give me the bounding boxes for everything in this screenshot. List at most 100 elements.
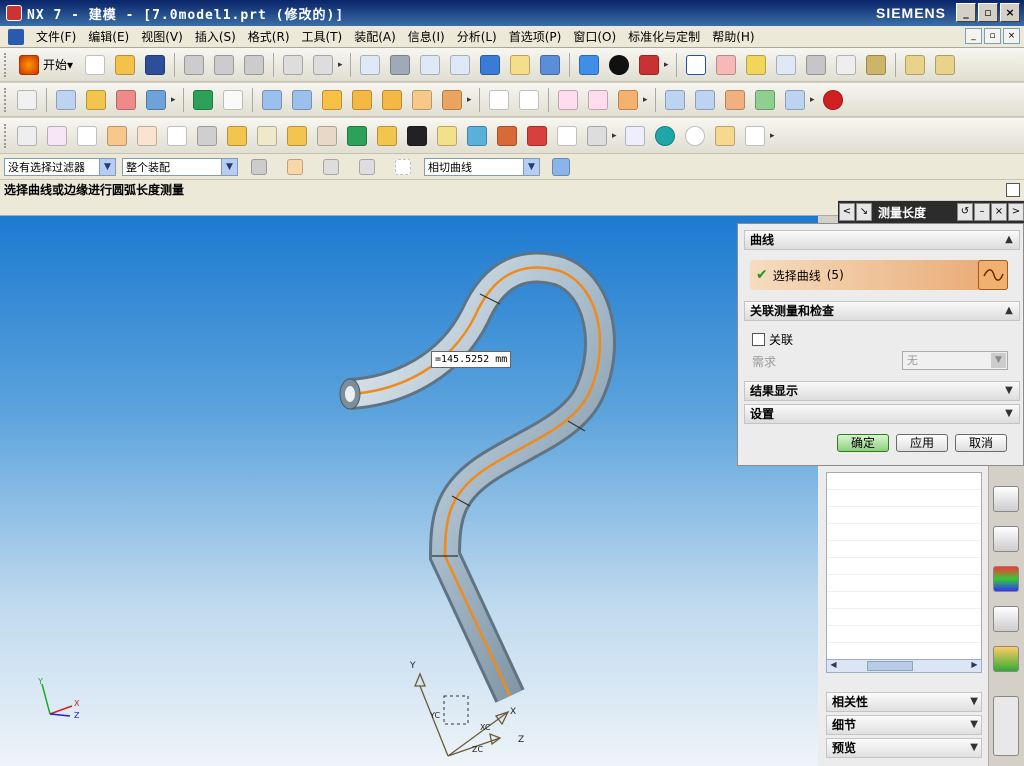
doc-minimize-button[interactable]: _: [965, 28, 982, 44]
show-all-button[interactable]: [548, 154, 574, 180]
extrude-button[interactable]: [53, 87, 79, 113]
scroll-thumb[interactable]: [867, 661, 913, 671]
minimize-button[interactable]: _: [956, 3, 976, 22]
surface-button[interactable]: [662, 87, 688, 113]
new-file-button[interactable]: [82, 52, 108, 78]
curve-point-button[interactable]: [585, 87, 611, 113]
curve-rule-combo[interactable]: 相切曲线 ▼: [424, 157, 540, 176]
bolt-button[interactable]: [284, 123, 310, 149]
open-file-button[interactable]: [112, 52, 138, 78]
apply-button[interactable]: 应用: [896, 434, 948, 452]
rotate-button[interactable]: [477, 52, 503, 78]
resource-scrollbar[interactable]: [993, 696, 1019, 756]
measure-button[interactable]: [863, 52, 889, 78]
lock-select-button[interactable]: [354, 154, 380, 180]
results-group-header[interactable]: 结果显示 ▼: [744, 381, 1020, 401]
chevron-down-icon[interactable]: ▼: [1002, 384, 1016, 398]
doc-close-button[interactable]: ×: [1003, 28, 1020, 44]
table-button[interactable]: [44, 123, 70, 149]
chevron-up-icon[interactable]: ▲: [1002, 304, 1016, 318]
assoc-group-header[interactable]: 关联测量和检查 ▲: [744, 301, 1020, 321]
associative-checkbox-row[interactable]: 关联: [752, 331, 793, 348]
zoom-inout-button[interactable]: [447, 52, 473, 78]
sketch-ruler-button[interactable]: [932, 52, 958, 78]
chevron-down-icon[interactable]: ▼: [991, 353, 1006, 368]
mold-button[interactable]: [434, 123, 460, 149]
chevron-down-icon[interactable]: ▼: [970, 739, 978, 757]
toolbar-overflow-icon[interactable]: ▸: [810, 95, 818, 105]
scroll-left-icon[interactable]: ◀: [827, 660, 840, 672]
select-curve-row[interactable]: ✔ 选择曲线 (5): [750, 260, 1008, 290]
sketch-button[interactable]: [14, 87, 40, 113]
zoom-window-button[interactable]: [387, 52, 413, 78]
toolbar-overflow-icon[interactable]: ▸: [338, 60, 346, 70]
cursor-button[interactable]: [833, 52, 859, 78]
maximize-button[interactable]: ▫: [978, 3, 998, 22]
toolbar-grip[interactable]: [4, 52, 8, 77]
chevron-down-icon[interactable]: ▼: [970, 716, 978, 734]
navigator-list[interactable]: [826, 472, 982, 670]
move-button[interactable]: [803, 52, 829, 78]
subtract-button[interactable]: [289, 87, 315, 113]
back-button[interactable]: <: [839, 203, 855, 221]
menu-help[interactable]: 帮助(H): [706, 28, 760, 45]
csys-tool-button[interactable]: [74, 123, 100, 149]
settings-group-header[interactable]: 设置 ▼: [744, 404, 1020, 424]
save-button[interactable]: [142, 52, 168, 78]
reset-icon[interactable]: ↺: [957, 203, 973, 221]
undo-select-button[interactable]: [318, 154, 344, 180]
history-clock-icon[interactable]: [993, 486, 1019, 512]
toolbar-overflow-icon[interactable]: ▸: [770, 131, 778, 141]
curve-select-button[interactable]: [978, 260, 1008, 290]
layer-button[interactable]: [134, 123, 160, 149]
close-button[interactable]: ×: [1000, 3, 1020, 22]
datum-csys[interactable]: Y X Z YC XC ZC: [400, 656, 540, 764]
menu-analysis[interactable]: 分析(L): [451, 28, 503, 45]
toolbar-overflow-icon[interactable]: ▸: [171, 95, 179, 105]
unite-button[interactable]: [259, 87, 285, 113]
menu-window[interactable]: 窗口(O): [567, 28, 622, 45]
snap-filter-button[interactable]: [282, 154, 308, 180]
chevron-down-icon[interactable]: ▼: [221, 158, 237, 175]
through-curves-button[interactable]: [692, 87, 718, 113]
frame-button[interactable]: [164, 123, 190, 149]
routing-button[interactable]: [524, 123, 550, 149]
menu-format[interactable]: 格式(R): [242, 28, 296, 45]
scope-combo[interactable]: 整个装配 ▼: [122, 157, 238, 176]
type-filter-combo[interactable]: 没有选择过滤器 ▼: [4, 157, 116, 176]
doc-restore-button[interactable]: ▫: [984, 28, 1001, 44]
select-mode-button[interactable]: [246, 154, 272, 180]
plate-button[interactable]: [254, 123, 280, 149]
chamfer-button[interactable]: [349, 87, 375, 113]
draft-button[interactable]: [439, 87, 465, 113]
associative-checkbox[interactable]: [752, 333, 765, 346]
reuse-library-icon[interactable]: [993, 606, 1019, 632]
palette-icon[interactable]: [993, 566, 1019, 592]
report-button[interactable]: [742, 123, 768, 149]
line-button[interactable]: [486, 87, 512, 113]
copy-button[interactable]: [211, 52, 237, 78]
weld-button[interactable]: [344, 123, 370, 149]
edge-blend-button[interactable]: [319, 87, 345, 113]
shaded-button[interactable]: [576, 52, 602, 78]
requirement-combo[interactable]: 无 ▼: [902, 351, 1008, 370]
fastener-button[interactable]: [314, 123, 340, 149]
pan-button[interactable]: [507, 52, 533, 78]
menu-file[interactable]: 文件(F): [30, 28, 82, 45]
curve-group-header[interactable]: 曲线 ▲: [744, 230, 1020, 250]
menu-insert[interactable]: 插入(S): [189, 28, 242, 45]
details-panel-header[interactable]: 细节 ▼: [826, 715, 982, 735]
menu-information[interactable]: 信息(I): [402, 28, 451, 45]
electrode-button[interactable]: [464, 123, 490, 149]
shell-button[interactable]: [409, 87, 435, 113]
analysis-button[interactable]: [752, 87, 778, 113]
menu-view[interactable]: 视图(V): [135, 28, 189, 45]
menu-tools[interactable]: 工具(T): [296, 28, 349, 45]
tube-button[interactable]: [143, 87, 169, 113]
part-navigator-icon[interactable]: [993, 526, 1019, 552]
chevron-down-icon[interactable]: ▼: [970, 693, 978, 711]
toolbar-overflow-icon[interactable]: ▸: [612, 131, 620, 141]
project-curve-button[interactable]: [615, 87, 641, 113]
paste-button[interactable]: [241, 52, 267, 78]
section-tool-button[interactable]: [374, 123, 400, 149]
